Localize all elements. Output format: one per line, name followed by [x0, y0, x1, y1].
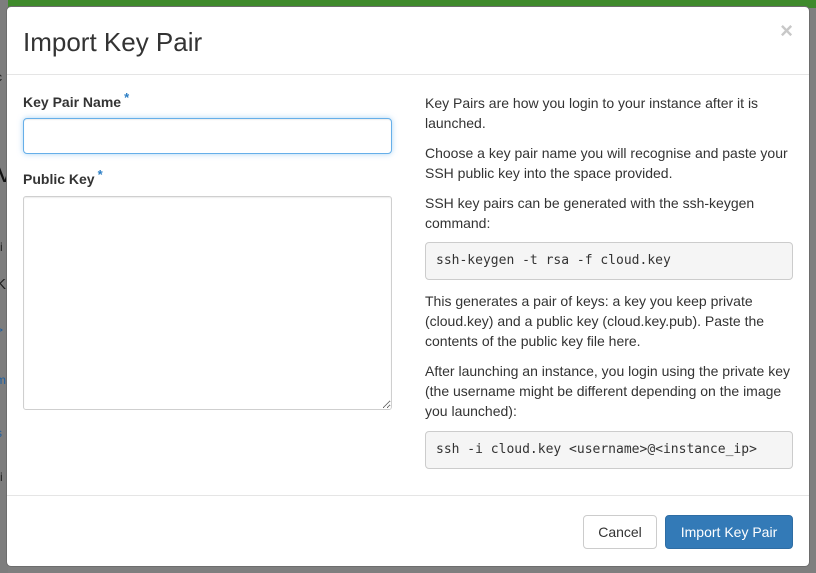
public-key-label-text: Public Key — [23, 171, 95, 187]
key-pair-name-label: Key Pair Name * — [23, 90, 130, 112]
import-key-pair-button[interactable]: Import Key Pair — [665, 515, 793, 549]
close-icon[interactable]: × — [780, 20, 793, 42]
code-block-keygen: ssh-keygen -t rsa -f cloud.key — [425, 242, 793, 280]
help-text-generate: SSH key pairs can be generated with the … — [425, 195, 755, 231]
key-pair-name-input[interactable] — [23, 118, 392, 154]
background-fragment: c — [0, 70, 2, 84]
required-asterisk: * — [124, 90, 130, 105]
help-text-intro: Key Pairs are how you login to your inst… — [425, 95, 759, 131]
help-text-login: After launching an instance, you login u… — [425, 363, 791, 419]
background-fragment: s — [0, 426, 2, 440]
help-text-choose-name: Choose a key pair name you will recognis… — [425, 145, 788, 181]
key-pair-name-label-text: Key Pair Name — [23, 94, 122, 110]
background-fragment: ri — [0, 240, 3, 254]
modal-title: Import Key Pair — [23, 27, 203, 57]
help-text-keys-explained: This generates a pair of keys: a key you… — [425, 293, 765, 349]
required-asterisk: * — [97, 167, 103, 182]
import-key-pair-dialog: Import Key Pair × Key Pair Name * Public … — [6, 6, 810, 567]
modal-footer: Cancel Import Key Pair — [7, 495, 809, 566]
modal-header: Import Key Pair × — [7, 7, 809, 75]
cancel-button[interactable]: Cancel — [583, 515, 657, 549]
public-key-textarea[interactable] — [23, 196, 392, 410]
background-fragment: ri — [0, 470, 3, 484]
background-fragment: > — [0, 323, 3, 337]
public-key-label: Public Key * — [23, 167, 103, 189]
code-block-ssh: ssh -i cloud.key <username>@<instance_ip… — [425, 431, 793, 469]
